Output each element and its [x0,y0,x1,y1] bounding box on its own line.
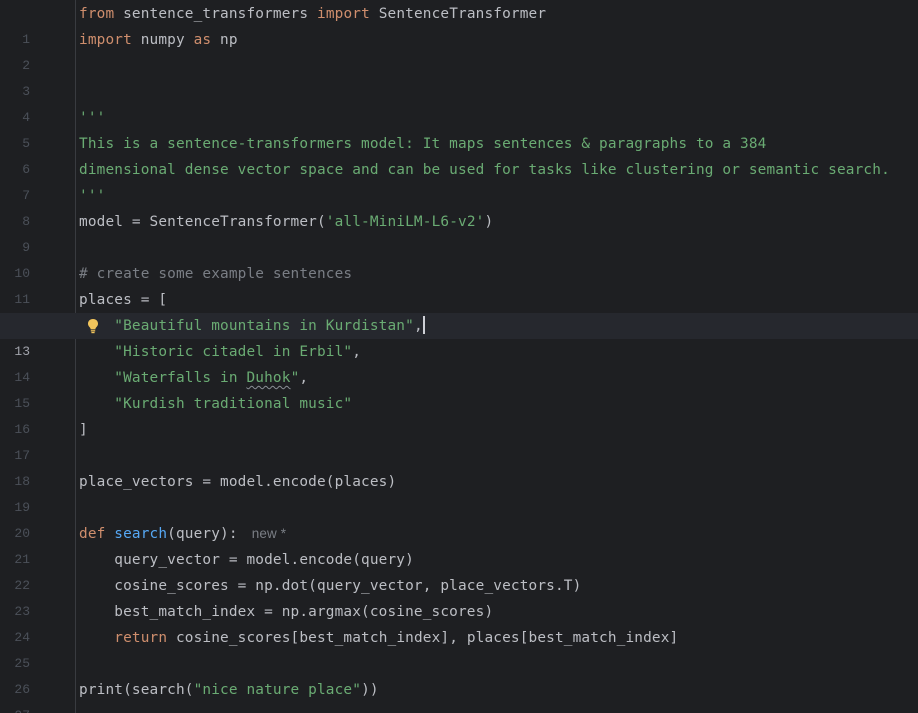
keyword: import [79,32,132,48]
keyword: return [114,630,168,646]
docstring[interactable]: ''' [79,105,105,131]
string-literal: 'all-MiniLM-L6-v2' [325,214,485,230]
code-line-24[interactable]: 24 best_match_index = np.argmax(cosine_s… [0,599,918,645]
code-text[interactable]: def search(query): new * [79,521,286,547]
code-line-1[interactable]: 1 from sentence_transformers import Sent… [0,1,918,47]
module-name: numpy [131,32,194,48]
code-text[interactable]: place_vectors = model.encode(places) [79,469,396,495]
code-text[interactable]: from sentence_transformers import Senten… [79,1,546,27]
spelling-warning-word[interactable]: Duhok [246,370,290,386]
comma: , [352,344,362,360]
code-line-13-current[interactable]: 13 "Beautiful mountains in Kurdistan", [0,313,918,359]
code-line-6[interactable]: 6 This is a sentence-transformers model:… [0,131,918,177]
code-line-4[interactable]: 4 [0,79,918,125]
code-line-7[interactable]: 7 dimensional dense vector space and can… [0,157,918,203]
keyword: as [193,32,212,48]
code-line-12[interactable]: 12 places = [ [0,287,918,333]
string-literal: "Waterfalls in [114,370,247,386]
code-text[interactable]: best_match_index = np.argmax(cosine_scor… [79,599,493,625]
code-text[interactable]: "Kurdish traditional music" [79,391,352,417]
string-literal: "nice nature place" [193,682,362,698]
code-plain: cosine_scores[best_match_index], places[… [167,630,679,646]
keyword: def [79,526,106,542]
docstring[interactable]: ''' [79,183,105,209]
code-line-9[interactable]: 9 model = SentenceTransformer('all-MiniL… [0,209,918,255]
code-text[interactable]: model = SentenceTransformer('all-MiniLM-… [79,209,493,235]
code-text[interactable]: return cosine_scores[best_match_index], … [79,625,678,651]
code-line-14[interactable]: 14 "Historic citadel in Erbil", [0,339,918,385]
code-line-16[interactable]: 16 "Kurdish traditional music" [0,391,918,437]
code-text[interactable]: print(search("nice nature place")) [79,677,379,703]
string-literal: "Beautiful mountains in Kurdistan" [114,318,414,334]
code-plain: model = SentenceTransformer( [79,214,326,230]
comment[interactable]: # create some example sentences [79,261,352,287]
docstring[interactable]: dimensional dense vector space and can b… [79,157,890,183]
keyword: import [317,6,370,22]
code-line-11[interactable]: 11 # create some example sentences [0,261,918,307]
docstring[interactable]: This is a sentence-transformers model: I… [79,131,766,157]
code-line-15[interactable]: 15 "Waterfalls in Duhok", [0,365,918,411]
code-line-27[interactable]: 27 print(search("nice nature place")) [0,677,918,713]
code-line-19[interactable]: 19 place_vectors = model.encode(places) [0,469,918,515]
code-text[interactable]: cosine_scores = np.dot(query_vector, pla… [79,573,581,599]
vcs-new-hint[interactable]: new * [252,526,287,541]
code-text[interactable]: ] [79,417,88,443]
comma: , [299,370,309,386]
code-line-22[interactable]: 22 query_vector = model.encode(query) [0,547,918,593]
code-line-21[interactable]: 21 def search(query): new * [0,521,918,567]
alias-name: np [211,32,238,48]
code-text[interactable]: "Historic citadel in Erbil", [79,339,361,365]
code-line-8[interactable]: 8 ''' [0,183,918,229]
function-name: search [114,526,168,542]
string-literal: "Kurdish traditional music" [114,396,353,412]
code-line-3[interactable]: 3 [0,53,918,99]
line-number: 27 [0,703,30,713]
code-text[interactable]: import numpy as np [79,27,238,53]
code-line-10[interactable]: 10 [0,235,918,281]
code-text[interactable]: "Beautiful mountains in Kurdistan", [79,313,425,339]
code-line-18[interactable]: 18 [0,443,918,489]
code-line-26[interactable]: 26 [0,651,918,697]
code-plain: print(search( [79,682,194,698]
imported-name: SentenceTransformer [369,6,547,22]
code-editor[interactable]: 1 from sentence_transformers import Sent… [0,0,918,713]
string-literal: "Historic citadel in Erbil" [114,344,353,360]
code-line-17[interactable]: 17 ] [0,417,918,463]
code-line-23[interactable]: 23 cosine_scores = np.dot(query_vector, … [0,573,918,619]
code-lines[interactable]: 1 from sentence_transformers import Sent… [0,1,918,713]
code-text[interactable]: query_vector = model.encode(query) [79,547,414,573]
code-plain: ) [484,214,494,230]
code-text[interactable]: places = [ [79,287,167,313]
code-line-25[interactable]: 25 return cosine_scores[best_match_index… [0,625,918,671]
code-plain: )) [361,682,379,698]
code-line-5[interactable]: 5 ''' [0,105,918,151]
comma: , [413,318,423,334]
keyword: from [79,6,115,22]
code-plain: (query): [167,526,238,542]
code-line-2[interactable]: 2 import numpy as np [0,27,918,73]
module-name: sentence_transformers [114,6,317,22]
code-text[interactable]: "Waterfalls in Duhok", [79,365,308,391]
code-line-20[interactable]: 20 [0,495,918,541]
text-caret [422,316,425,334]
